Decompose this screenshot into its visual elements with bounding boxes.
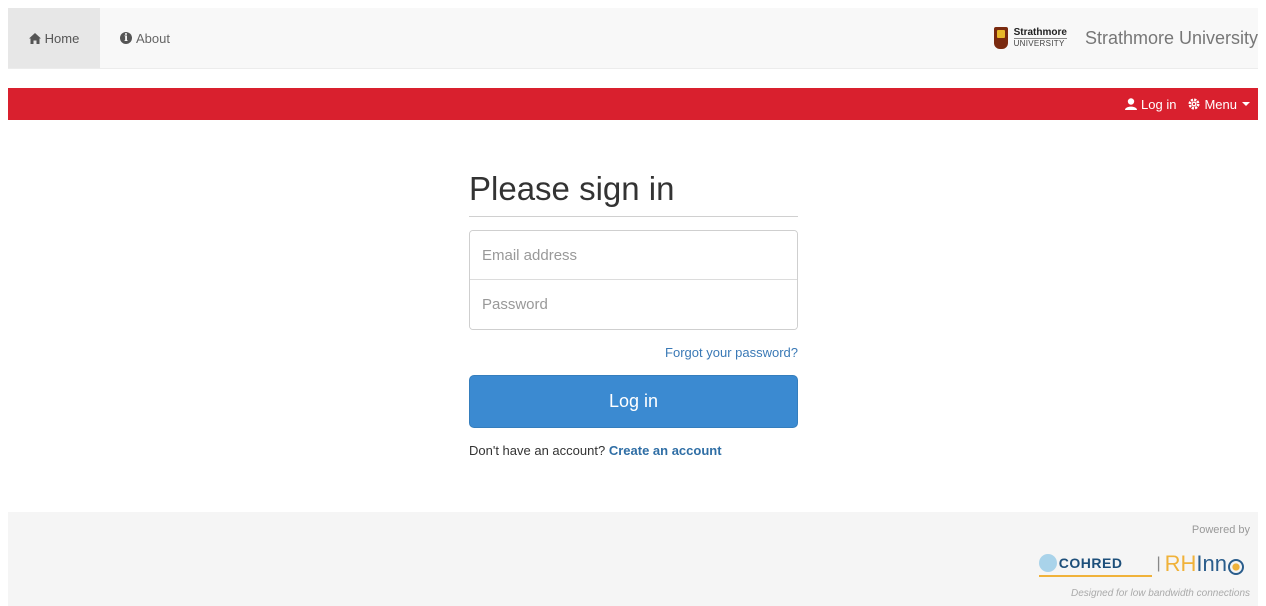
nav-about-link[interactable]: i About — [120, 8, 170, 68]
logo-separator: | — [1156, 555, 1161, 572]
login-button[interactable]: Log in — [469, 375, 798, 428]
page-title: Please sign in — [469, 170, 798, 217]
nav-home-label: Home — [44, 30, 80, 46]
gear-icon — [1188, 98, 1200, 110]
rhinno-logo[interactable]: RHInn — [1165, 551, 1244, 577]
credentials-group — [469, 230, 798, 330]
password-field[interactable] — [470, 280, 797, 329]
nav-about-label: About — [136, 30, 170, 46]
top-navbar: Home i About Strathmore UNIVERSITY Strat… — [8, 8, 1258, 69]
logo-line2: UNIVERSITY — [1013, 38, 1065, 48]
no-account-text: Don't have an account? — [469, 443, 606, 458]
footer-tagline: Designed for low bandwidth connections — [1071, 588, 1250, 599]
shield-icon — [993, 27, 1008, 49]
create-account-link[interactable]: Create an account — [609, 443, 722, 458]
home-icon — [28, 32, 41, 44]
user-icon — [1125, 98, 1138, 110]
signin-form: Please sign in Forgot your password? Log… — [469, 170, 798, 458]
menu-label: Menu — [1204, 96, 1237, 112]
logo-line1: Strathmore — [1013, 26, 1067, 39]
accent-bar: Log in Menu — [8, 88, 1258, 120]
forgot-password-link[interactable]: Forgot your password? — [469, 345, 798, 360]
cohred-mark-icon — [1038, 554, 1057, 572]
cohred-text: COHRED — [1058, 555, 1123, 571]
menu-dropdown[interactable]: Menu — [1188, 97, 1250, 112]
header-login-link[interactable]: Log in — [1125, 97, 1176, 112]
accent-bar-actions: Log in Menu — [1125, 88, 1250, 120]
brand-name[interactable]: Strathmore University — [1085, 28, 1258, 49]
partner-logos: COHRED | RHInn — [1038, 551, 1244, 577]
powered-by-text: Powered by — [1191, 524, 1250, 536]
email-field[interactable] — [470, 231, 797, 280]
rhinno-o-icon — [1228, 558, 1244, 575]
cohred-logo[interactable]: COHRED — [1038, 551, 1153, 577]
caret-down-icon — [1242, 102, 1250, 106]
info-icon: i — [120, 32, 132, 44]
nav-home-link[interactable]: Home — [8, 8, 100, 68]
brand: Strathmore UNIVERSITY Strathmore Univers… — [993, 8, 1258, 68]
rhinno-inn-text: Inn — [1196, 551, 1227, 576]
rhinno-rh-text: RH — [1164, 551, 1197, 576]
logo-text: Strathmore UNIVERSITY — [1013, 26, 1067, 49]
footer: Powered by COHRED | RHInn Designed for l… — [8, 512, 1258, 606]
university-logo[interactable]: Strathmore UNIVERSITY — [993, 26, 1067, 49]
signup-prompt: Don't have an account? Create an account — [469, 443, 798, 458]
header-login-label: Log in — [1141, 96, 1177, 112]
